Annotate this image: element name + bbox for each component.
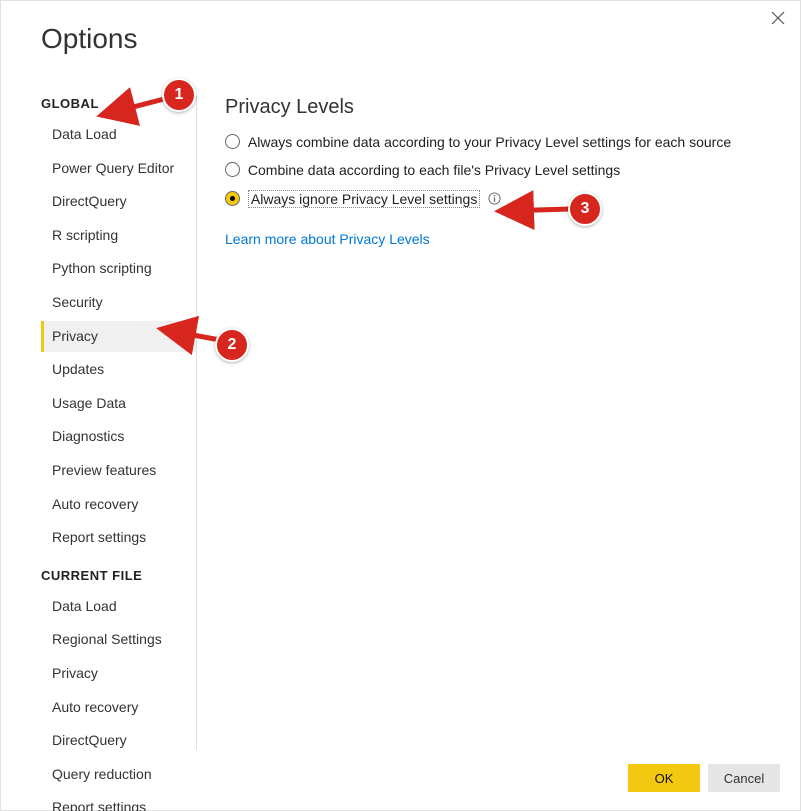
sidebar-item-data-load[interactable]: Data Load — [41, 119, 196, 151]
dialog-body: GLOBAL Data Load Power Query Editor Dire… — [41, 96, 780, 750]
sidebar-item-power-query-editor[interactable]: Power Query Editor — [41, 153, 196, 185]
radio-icon — [225, 134, 240, 149]
sidebar-item-cf-auto-recovery[interactable]: Auto recovery — [41, 692, 196, 724]
content-pane: Privacy Levels Always combine data accor… — [197, 96, 780, 750]
radio-label: Always combine data according to your Pr… — [248, 134, 731, 150]
sidebar-item-cf-report-settings[interactable]: Report settings — [41, 792, 196, 811]
close-button[interactable] — [766, 7, 790, 31]
radio-combine-per-privacy-level[interactable]: Always combine data according to your Pr… — [225, 131, 780, 153]
sidebar-item-auto-recovery[interactable]: Auto recovery — [41, 489, 196, 521]
sidebar-item-cf-data-load[interactable]: Data Load — [41, 591, 196, 623]
sidebar-item-python-scripting[interactable]: Python scripting — [41, 253, 196, 285]
dialog-title: Options — [41, 23, 138, 55]
sidebar-item-privacy[interactable]: Privacy — [41, 321, 196, 353]
cancel-button[interactable]: Cancel — [708, 764, 780, 792]
sidebar-item-cf-query-reduction[interactable]: Query reduction — [41, 759, 196, 791]
sidebar-item-diagnostics[interactable]: Diagnostics — [41, 421, 196, 453]
radio-icon — [225, 191, 240, 206]
sidebar-item-directquery[interactable]: DirectQuery — [41, 186, 196, 218]
sidebar-item-updates[interactable]: Updates — [41, 354, 196, 386]
radio-label: Combine data according to each file's Pr… — [248, 162, 620, 178]
radio-ignore-privacy[interactable]: Always ignore Privacy Level settings — [225, 188, 780, 211]
radio-icon — [225, 162, 240, 177]
sidebar-item-cf-privacy[interactable]: Privacy — [41, 658, 196, 690]
sidebar-header-current-file: CURRENT FILE — [41, 568, 196, 583]
info-icon[interactable] — [488, 189, 501, 211]
options-dialog: Options GLOBAL Data Load Power Query Edi… — [0, 0, 801, 811]
sidebar-item-r-scripting[interactable]: R scripting — [41, 220, 196, 252]
sidebar-item-cf-directquery[interactable]: DirectQuery — [41, 725, 196, 757]
close-icon — [771, 11, 785, 28]
radio-label: Always ignore Privacy Level settings — [248, 190, 480, 208]
ok-button[interactable]: OK — [628, 764, 700, 792]
radio-combine-per-file[interactable]: Combine data according to each file's Pr… — [225, 159, 780, 181]
sidebar: GLOBAL Data Load Power Query Editor Dire… — [41, 96, 197, 750]
sidebar-item-preview-features[interactable]: Preview features — [41, 455, 196, 487]
sidebar-header-global: GLOBAL — [41, 96, 196, 111]
content-heading: Privacy Levels — [225, 96, 780, 119]
sidebar-item-security[interactable]: Security — [41, 287, 196, 319]
dialog-footer: OK Cancel — [628, 764, 780, 792]
sidebar-item-cf-regional-settings[interactable]: Regional Settings — [41, 624, 196, 656]
learn-more-link[interactable]: Learn more about Privacy Levels — [225, 231, 430, 247]
sidebar-item-usage-data[interactable]: Usage Data — [41, 388, 196, 420]
sidebar-item-report-settings[interactable]: Report settings — [41, 522, 196, 554]
